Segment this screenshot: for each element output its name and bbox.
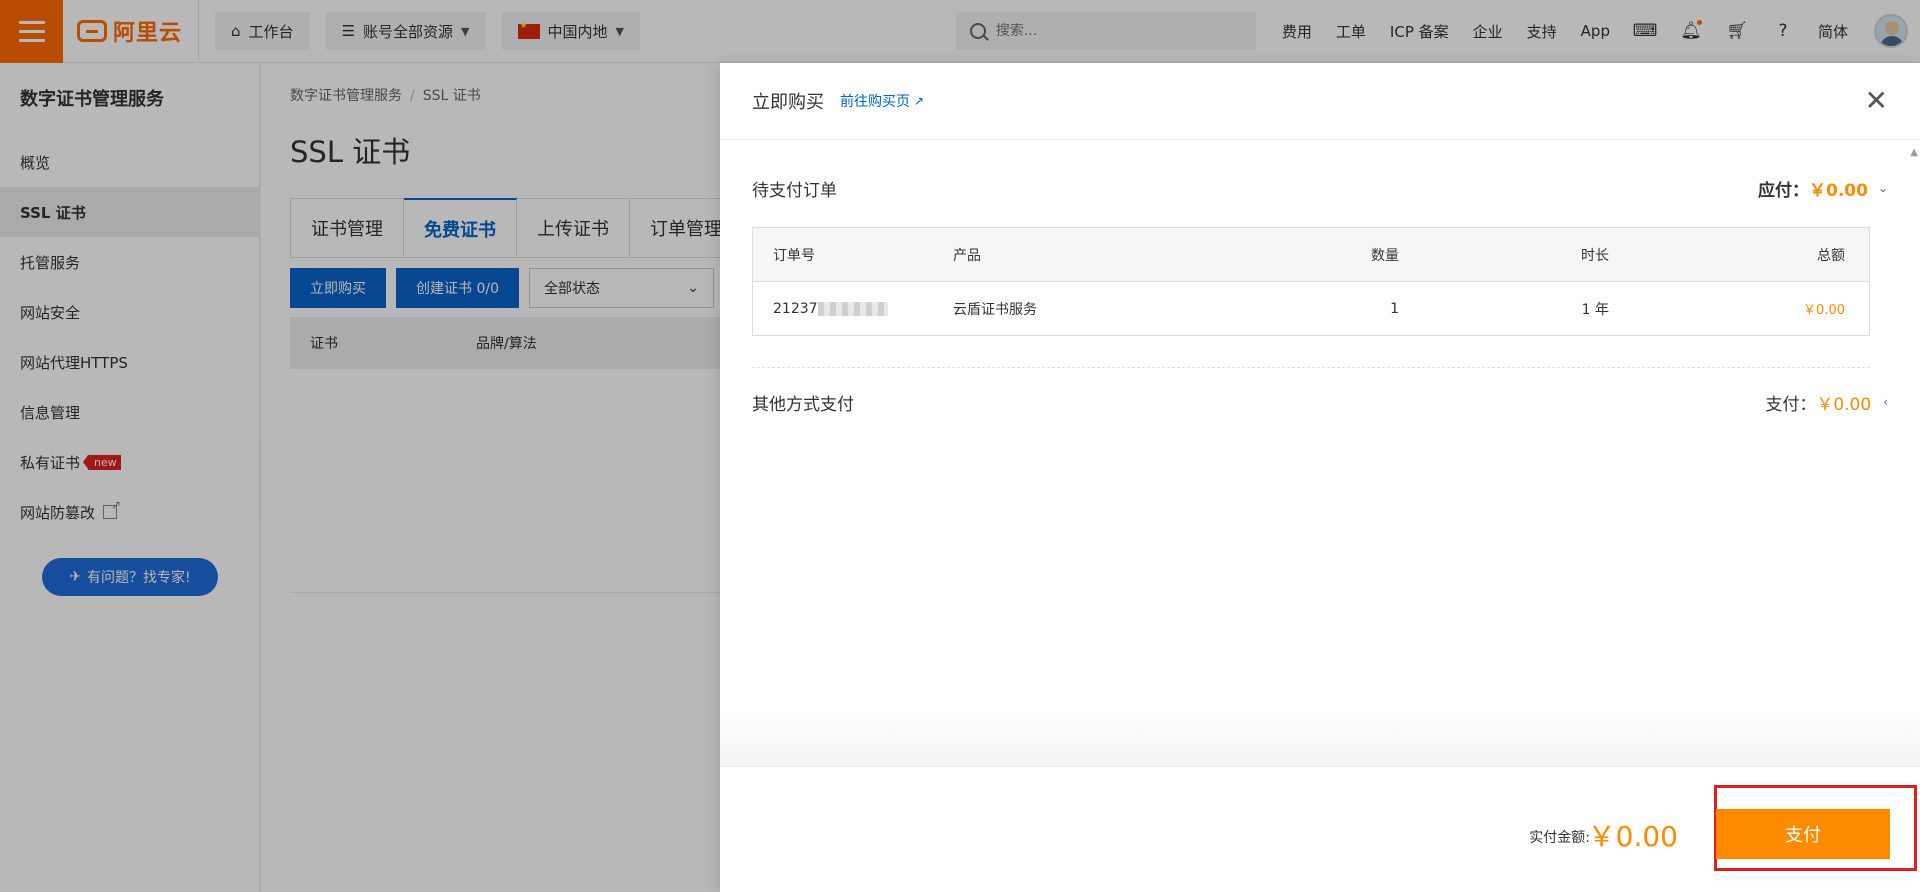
notification-dot: [1696, 20, 1702, 25]
section-divider: [752, 367, 1870, 368]
avatar[interactable]: [1874, 14, 1908, 48]
terminal-icon[interactable]: ⌨: [1633, 20, 1658, 42]
search-box[interactable]: [955, 12, 1256, 50]
sidebar-item-tamper-proof[interactable]: 网站防篡改: [0, 487, 259, 537]
tab-cert-management[interactable]: 证书管理: [291, 199, 404, 257]
aliyun-logo[interactable]: 阿里云: [77, 0, 200, 63]
chevron-down-icon: ▼: [615, 24, 624, 38]
sidebar-title: 数字证书管理服务: [20, 89, 164, 110]
chevron-down-icon: ⌄: [687, 280, 699, 296]
link-support[interactable]: 支持: [1527, 21, 1557, 42]
home-icon: ⌂: [231, 22, 241, 40]
other-payment-amount: 支付：￥0.00: [1765, 394, 1872, 415]
china-flag-icon: [517, 21, 540, 39]
order-id: 21237: [753, 301, 953, 317]
purchase-drawer: 立即购买 前往购买页 ↗ ✕ 待支付订单 应付：￥0.00 ⌄ 订单号 产品 数…: [720, 63, 1920, 892]
payable-amount: 应付：￥0.00: [1757, 180, 1868, 201]
send-icon: ✈: [69, 569, 82, 585]
sidebar-item-overview[interactable]: 概览: [0, 137, 259, 187]
create-cert-button[interactable]: 创建证书 0/0: [396, 268, 519, 308]
sidebar-item-site-security[interactable]: 网站安全: [0, 287, 259, 337]
column-cert: 证书: [310, 336, 338, 352]
bell-icon[interactable]: 🔔︎: [1680, 20, 1702, 42]
sidebar: 数字证书管理服务 概览 SSL 证书 托管服务 网站安全 网站代理HTTPS 信…: [0, 63, 260, 892]
drawer-header: 立即购买 前往购买页 ↗ ✕: [720, 63, 1920, 140]
tab-free-cert[interactable]: 免费证书: [404, 198, 517, 258]
cart-icon[interactable]: 🛒︎: [1726, 20, 1748, 42]
actual-amount: ￥0.00: [1587, 820, 1678, 853]
order-duration: 1 年: [1581, 301, 1609, 318]
close-icon[interactable]: ✕: [1865, 87, 1888, 115]
order-table: 订单号 产品 数量 时长 总额 21237 云盾证书服务 1 1 年 ￥0.00: [752, 227, 1870, 336]
link-fees[interactable]: 费用: [1282, 21, 1312, 42]
drawer-title: 立即购买: [752, 92, 824, 113]
scroll-up-icon[interactable]: ▲: [1910, 147, 1918, 158]
sidebar-item-info[interactable]: 信息管理: [0, 387, 259, 437]
help-icon[interactable]: ?: [1772, 20, 1794, 42]
sidebar-item-private-cert[interactable]: 私有证书 new: [0, 437, 259, 487]
action-bar: 立即购买 创建证书 0/0 全部状态 ⌄: [290, 268, 714, 308]
breadcrumb: 数字证书管理服务 / SSL 证书: [290, 88, 481, 104]
chevron-left-icon[interactable]: ‹: [1883, 395, 1888, 409]
sidebar-item-hosting[interactable]: 托管服务: [0, 237, 259, 287]
search-input[interactable]: [995, 23, 1216, 39]
table-row: 21237 云盾证书服务 1 1 年 ￥0.00: [753, 282, 1869, 335]
top-navbar: 阿里云 ⌂ 工作台 ☰ 账号全部资源 ▼ 中国内地 ▼ 费用 工单 ICP 备案…: [0, 0, 1920, 63]
breadcrumb-item[interactable]: 数字证书管理服务: [290, 88, 402, 104]
workbench-button[interactable]: ⌂ 工作台: [215, 12, 310, 50]
pending-order-title: 待支付订单: [752, 180, 837, 201]
link-icp[interactable]: ICP 备案: [1390, 21, 1449, 42]
order-table-header: 订单号 产品 数量 时长 总额: [753, 228, 1869, 282]
region-dropdown[interactable]: 中国内地 ▼: [501, 12, 640, 50]
other-payment-section[interactable]: 其他方式支付 支付：￥0.00 ‹: [752, 383, 1888, 421]
masked-text: [817, 301, 888, 316]
resources-dropdown[interactable]: ☰ 账号全部资源 ▼: [325, 12, 486, 50]
link-app[interactable]: App: [1581, 22, 1610, 40]
order-product: 云盾证书服务: [953, 301, 1037, 318]
buy-now-button[interactable]: 立即购买: [290, 268, 386, 308]
top-links: 费用 工单 ICP 备案 企业 支持 App ⌨ 🔔︎ 🛒︎ ? 简体: [1282, 14, 1920, 48]
status-select[interactable]: 全部状态 ⌄: [528, 268, 714, 308]
chevron-down-icon: ▼: [461, 24, 470, 38]
footer-fade: [720, 706, 1920, 766]
tab-upload-cert[interactable]: 上传证书: [517, 199, 630, 257]
aliyun-logo-icon: [77, 20, 107, 42]
page-title: SSL 证书: [290, 135, 411, 169]
menu-icon[interactable]: [0, 0, 63, 63]
sidebar-item-https-proxy[interactable]: 网站代理HTTPS: [0, 337, 259, 387]
new-badge: new: [83, 454, 121, 470]
sidebar-item-ssl[interactable]: SSL 证书: [0, 187, 259, 237]
order-total: ￥0.00: [1803, 303, 1845, 318]
search-icon: [969, 23, 986, 39]
breadcrumb-current: SSL 证书: [422, 88, 481, 104]
chevron-down-icon[interactable]: ⌄: [1878, 181, 1888, 195]
drawer-footer: 实付金额: ￥0.00 支付: [720, 766, 1920, 892]
pending-order-section[interactable]: 待支付订单 应付：￥0.00 ⌄: [752, 169, 1888, 207]
external-link-icon: ↗: [914, 94, 925, 108]
tab-bar: 证书管理 免费证书 上传证书 订单管理: [290, 198, 744, 258]
server-icon: ☰: [341, 22, 356, 40]
pay-button[interactable]: 支付: [1716, 809, 1890, 859]
go-to-purchase-link[interactable]: 前往购买页 ↗: [840, 91, 924, 111]
actual-amount-label: 实付金额:: [1529, 830, 1590, 846]
expert-help-button[interactable]: ✈ 有问题？找专家!: [42, 558, 218, 596]
column-brand: 品牌/算法: [476, 336, 537, 352]
order-qty: 1: [1390, 300, 1399, 317]
other-payment-title: 其他方式支付: [752, 394, 854, 415]
link-tickets[interactable]: 工单: [1336, 21, 1366, 42]
link-enterprise[interactable]: 企业: [1473, 21, 1503, 42]
language-switch[interactable]: 简体: [1818, 21, 1848, 42]
external-link-icon: [103, 498, 121, 519]
